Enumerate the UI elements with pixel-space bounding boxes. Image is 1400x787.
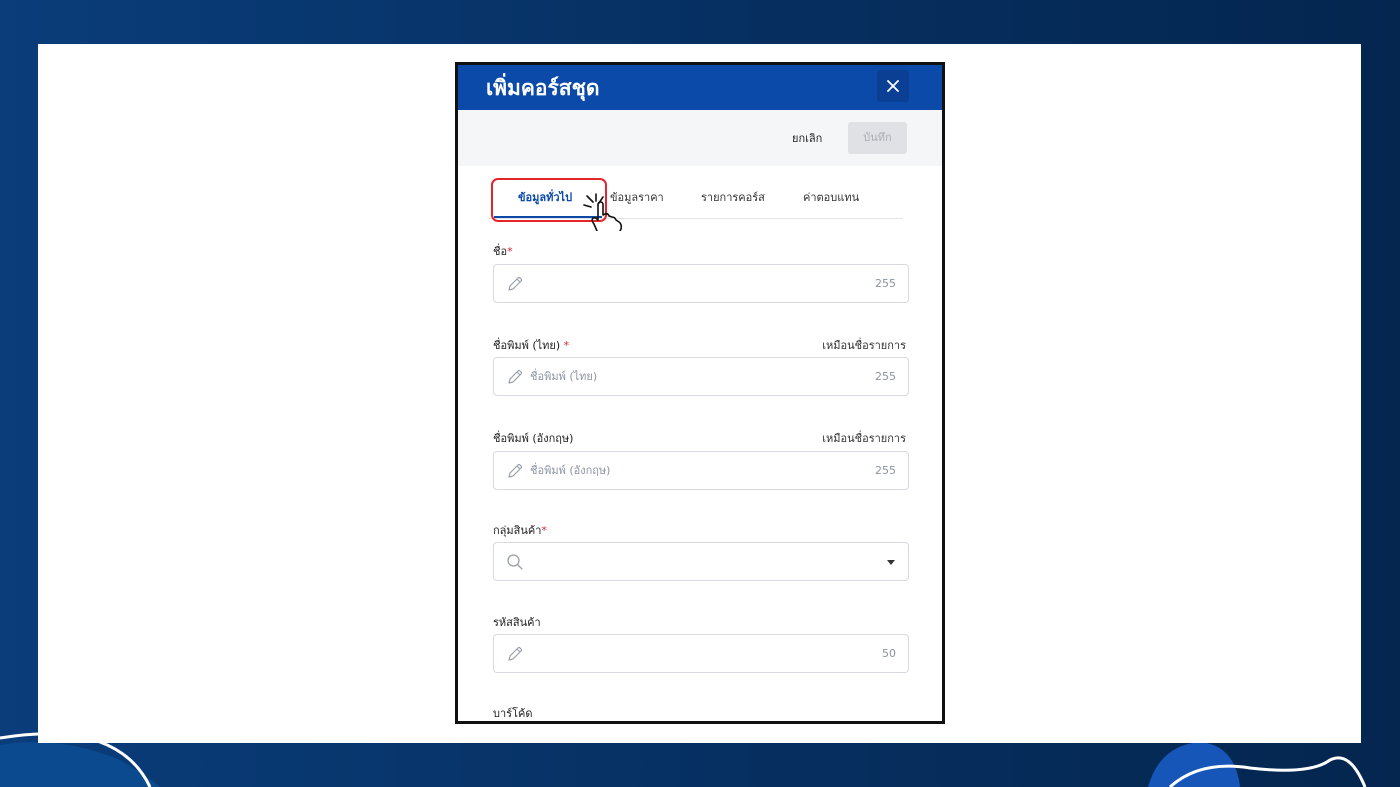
hand-pointer-icon bbox=[583, 193, 623, 231]
dialog-header: เพิ่มคอร์สชุด bbox=[458, 65, 942, 110]
pencil-icon bbox=[508, 463, 523, 478]
print-name-th-input[interactable] bbox=[530, 358, 850, 395]
search-icon bbox=[507, 554, 523, 570]
pencil-icon bbox=[508, 646, 523, 661]
print-name-en-label: ชื่อพิมพ์ (อังกฤษ) bbox=[493, 432, 574, 445]
name-field[interactable]: 255 bbox=[493, 264, 909, 303]
print-name-en-input[interactable] bbox=[530, 452, 850, 489]
product-code-char-limit: 50 bbox=[882, 647, 896, 660]
pencil-icon bbox=[508, 276, 523, 291]
pencil-icon bbox=[508, 369, 523, 384]
print-name-en-char-limit: 255 bbox=[875, 464, 896, 477]
required-marker: * bbox=[541, 524, 547, 537]
dropdown-caret-icon[interactable] bbox=[886, 558, 896, 566]
dialog-title: เพิ่มคอร์สชุด bbox=[486, 76, 600, 100]
print-name-en-field[interactable]: 255 bbox=[493, 451, 909, 490]
save-button[interactable]: บันทึก bbox=[848, 122, 907, 154]
product-code-input[interactable] bbox=[530, 635, 850, 672]
print-name-th-char-limit: 255 bbox=[875, 370, 896, 383]
print-name-th-field[interactable]: 255 bbox=[493, 357, 909, 396]
tab-course-list[interactable]: รายการคอร์ส bbox=[701, 183, 765, 219]
close-icon bbox=[887, 80, 899, 92]
product-group-label: กลุ่มสินค้า* bbox=[493, 524, 547, 537]
dialog-action-bar: ยกเลิก บันทึก bbox=[458, 110, 942, 166]
same-as-name-link-en[interactable]: เหมือนชื่อรายการ bbox=[822, 431, 906, 447]
product-code-label: รหัสสินค้า bbox=[493, 616, 541, 629]
tab-compensation[interactable]: ค่าตอบแทน bbox=[803, 183, 859, 219]
required-marker: * bbox=[507, 245, 513, 258]
barcode-label: บาร์โค้ด bbox=[493, 707, 533, 720]
product-group-search-input[interactable] bbox=[530, 543, 850, 580]
name-char-limit: 255 bbox=[875, 277, 896, 290]
name-label: ชื่อ* bbox=[493, 245, 513, 258]
product-code-field[interactable]: 50 bbox=[493, 634, 909, 673]
add-course-set-dialog: เพิ่มคอร์สชุด ยกเลิก บันทึก ข้อมูลทั่วไป… bbox=[455, 62, 945, 724]
name-input[interactable] bbox=[530, 265, 850, 302]
cancel-button[interactable]: ยกเลิก bbox=[784, 124, 830, 154]
same-as-name-link-th[interactable]: เหมือนชื่อรายการ bbox=[822, 338, 906, 354]
print-name-th-label: ชื่อพิมพ์ (ไทย) * bbox=[493, 339, 570, 352]
product-group-select[interactable] bbox=[493, 542, 909, 581]
required-marker: * bbox=[563, 339, 570, 352]
close-button[interactable] bbox=[877, 70, 909, 102]
